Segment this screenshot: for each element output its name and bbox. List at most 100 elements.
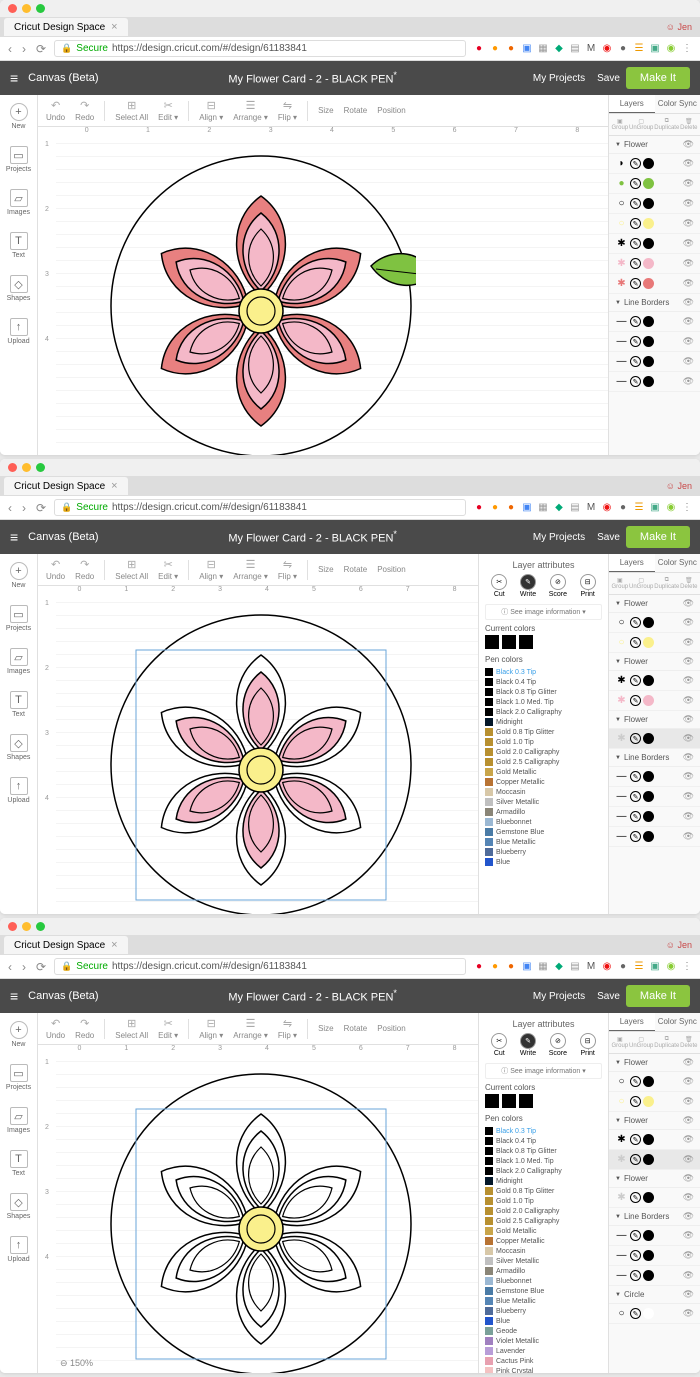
layer-item[interactable]: ○ ✎ 👁 <box>609 1304 700 1324</box>
layer-item[interactable]: — ✎ 👁 <box>609 1246 700 1266</box>
visibility-icon[interactable]: 👁 <box>683 1134 694 1145</box>
left-text[interactable]: TText <box>0 224 37 267</box>
pen-option[interactable]: Violet Metallic <box>485 1336 602 1346</box>
left-shapes[interactable]: ◇Shapes <box>0 1185 37 1228</box>
color-swatch[interactable] <box>643 158 654 169</box>
canvas[interactable]: 012345678 1234 ⊖ 150% <box>38 1045 478 1373</box>
pen-option[interactable]: Black 1.0 Med. Tip <box>485 1156 602 1166</box>
visibility-icon[interactable]: 👁 <box>683 733 694 744</box>
layer-item[interactable]: ○ ✎ 👁 <box>609 194 700 214</box>
color-swatch[interactable] <box>643 637 654 648</box>
pen-option[interactable]: Gemstone Blue <box>485 827 602 837</box>
selectall-button[interactable]: ⊞Select All <box>115 99 148 122</box>
flip-button[interactable]: ⇋Flip ▾ <box>278 1017 297 1040</box>
visibility-icon[interactable]: 👁 <box>683 1154 694 1165</box>
layer-group[interactable]: ▼Flower👁 <box>609 1054 700 1072</box>
color-swatch[interactable] <box>643 278 654 289</box>
selectall-button[interactable]: ⊞Select All <box>115 558 148 581</box>
pen-option[interactable]: Black 0.8 Tip Glitter <box>485 687 602 697</box>
canvas-artwork[interactable] <box>86 151 416 455</box>
back-button[interactable]: ‹ <box>6 42 14 56</box>
color-swatch[interactable] <box>643 1250 654 1261</box>
linetype-icon[interactable]: ✎ <box>630 1270 641 1281</box>
linetype-icon[interactable]: ✎ <box>630 258 641 269</box>
visibility-icon[interactable]: 👁 <box>683 297 694 308</box>
pen-option[interactable]: Bluebonnet <box>485 1276 602 1286</box>
edit-button[interactable]: ✂Edit ▾ <box>158 558 178 581</box>
group-button[interactable]: ▣Group <box>611 118 628 131</box>
layer-item[interactable]: ✱ ✎ 👁 <box>609 234 700 254</box>
visibility-icon[interactable]: 👁 <box>683 1192 694 1203</box>
layer-group[interactable]: ▼Line Borders👁 <box>609 294 700 312</box>
close-icon[interactable]: × <box>111 939 117 951</box>
pen-option[interactable]: Blueberry <box>485 847 602 857</box>
visibility-icon[interactable]: 👁 <box>683 1230 694 1241</box>
pen-option[interactable]: Black 0.4 Tip <box>485 677 602 687</box>
edit-button[interactable]: ✂Edit ▾ <box>158 99 178 122</box>
linetype-icon[interactable]: ✎ <box>630 675 641 686</box>
linetype-icon[interactable]: ✎ <box>630 356 641 367</box>
cut-button[interactable]: ✂Cut <box>491 1033 507 1057</box>
visibility-icon[interactable]: 👁 <box>683 1289 694 1300</box>
menu-icon[interactable]: ≡ <box>10 529 18 545</box>
visibility-icon[interactable]: 👁 <box>683 178 694 189</box>
linetype-icon[interactable]: ✎ <box>630 376 641 387</box>
left-shapes[interactable]: ◇Shapes <box>0 726 37 769</box>
pen-option[interactable]: Gold 1.0 Tip <box>485 1196 602 1206</box>
left-text[interactable]: TText <box>0 1142 37 1185</box>
left-projects[interactable]: ▭Projects <box>0 138 37 181</box>
layer-item[interactable]: ✱ ✎ 👁 <box>609 729 700 749</box>
pen-option[interactable]: Blueberry <box>485 1306 602 1316</box>
pen-option[interactable]: Gold 0.8 Tip Glitter <box>485 727 602 737</box>
pen-option[interactable]: Blue Metallic <box>485 837 602 847</box>
pen-option[interactable]: Black 0.4 Tip <box>485 1136 602 1146</box>
align-button[interactable]: ⊟Align ▾ <box>199 99 223 122</box>
linetype-icon[interactable]: ✎ <box>630 198 641 209</box>
pen-option[interactable]: Armadillo <box>485 1266 602 1276</box>
left-new[interactable]: +New <box>0 95 37 138</box>
color-swatch[interactable] <box>643 258 654 269</box>
layer-item[interactable]: ✱ ✎ 👁 <box>609 1130 700 1150</box>
layer-item[interactable]: ○ ✎ 👁 <box>609 613 700 633</box>
color-swatch[interactable] <box>643 771 654 782</box>
visibility-icon[interactable]: 👁 <box>683 258 694 269</box>
edit-button[interactable]: ✂Edit ▾ <box>158 1017 178 1040</box>
visibility-icon[interactable]: 👁 <box>683 1270 694 1281</box>
zoom-level[interactable]: ⊖ 150% <box>60 1358 93 1369</box>
left-projects[interactable]: ▭Projects <box>0 1056 37 1099</box>
reload-button[interactable]: ⟳ <box>34 960 48 974</box>
duplicate-button[interactable]: ⧉Duplicate <box>654 577 679 590</box>
color-swatch[interactable] <box>643 1134 654 1145</box>
redo-button[interactable]: ↷Redo <box>75 1017 94 1040</box>
layer-item[interactable]: — ✎ 👁 <box>609 312 700 332</box>
colorsync-tab[interactable]: Color Sync <box>655 554 700 572</box>
visibility-icon[interactable]: 👁 <box>683 1250 694 1261</box>
pen-option[interactable]: Bluebonnet <box>485 817 602 827</box>
visibility-icon[interactable]: 👁 <box>683 316 694 327</box>
linetype-icon[interactable]: ✎ <box>630 617 641 628</box>
print-button[interactable]: ⊟Print <box>580 574 596 598</box>
color-swatch[interactable] <box>643 1230 654 1241</box>
linetype-icon[interactable]: ✎ <box>630 831 641 842</box>
pen-option[interactable]: Black 1.0 Med. Tip <box>485 697 602 707</box>
left-new[interactable]: +New <box>0 554 37 597</box>
make-it-button[interactable]: Make It <box>626 985 690 1007</box>
visibility-icon[interactable]: 👁 <box>683 752 694 763</box>
layer-item[interactable]: ○ ✎ 👁 <box>609 1092 700 1112</box>
layer-group[interactable]: ▼Line Borders👁 <box>609 1208 700 1226</box>
color-swatch[interactable] <box>643 356 654 367</box>
pen-option[interactable]: Gold 2.5 Calligraphy <box>485 1216 602 1226</box>
align-button[interactable]: ⊟Align ▾ <box>199 558 223 581</box>
ungroup-button[interactable]: ▢UnGroup <box>629 118 653 131</box>
color-swatch[interactable] <box>643 1270 654 1281</box>
color-swatch[interactable] <box>643 178 654 189</box>
profile-badge[interactable]: ☺ Jen <box>666 22 692 32</box>
visibility-icon[interactable]: 👁 <box>683 675 694 686</box>
linetype-icon[interactable]: ✎ <box>630 1250 641 1261</box>
pen-option[interactable]: Copper Metallic <box>485 1236 602 1246</box>
pen-option[interactable]: Black 2.0 Calligraphy <box>485 707 602 717</box>
selectall-button[interactable]: ⊞Select All <box>115 1017 148 1040</box>
redo-button[interactable]: ↷Redo <box>75 99 94 122</box>
visibility-icon[interactable]: 👁 <box>683 158 694 169</box>
print-button[interactable]: ⊟Print <box>580 1033 596 1057</box>
